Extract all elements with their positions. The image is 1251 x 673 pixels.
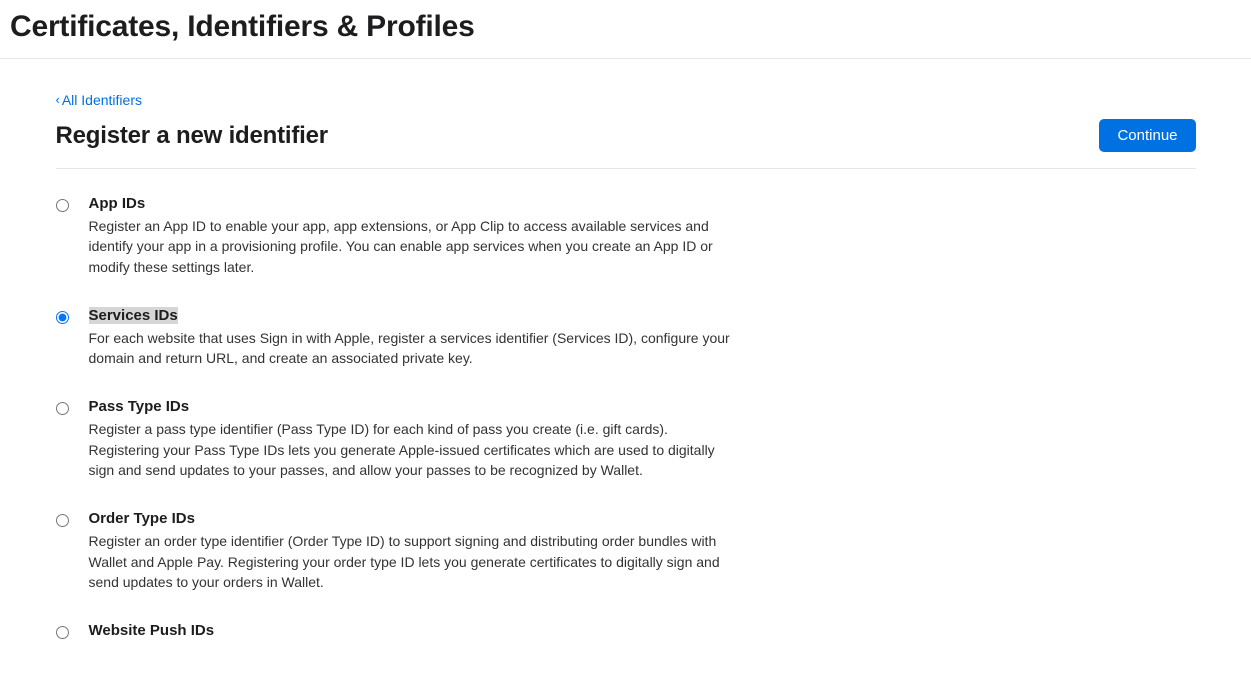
option-pass-type-ids: Pass Type IDs Register a pass type identi… — [56, 398, 1196, 480]
option-title: Pass Type IDs — [89, 398, 734, 415]
option-body: Services IDs For each website that uses S… — [89, 307, 734, 369]
chevron-left-icon: ‹ — [56, 92, 60, 107]
radio-app-ids[interactable] — [56, 199, 69, 212]
radio-order-type-ids[interactable] — [56, 514, 69, 527]
radio-pass-type-ids[interactable] — [56, 402, 69, 415]
breadcrumb: ‹ All Identifiers — [56, 91, 1196, 109]
option-desc: Register an App ID to enable your app, a… — [89, 216, 734, 277]
radio-website-push-ids[interactable] — [56, 626, 69, 639]
option-desc: Register an order type identifier (Order… — [89, 531, 734, 592]
option-desc: For each website that uses Sign in with … — [89, 328, 734, 369]
section-title: Register a new identifier — [56, 122, 328, 150]
option-desc: Register a pass type identifier (Pass Ty… — [89, 419, 734, 480]
option-title: Order Type IDs — [89, 510, 734, 527]
option-title: App IDs — [89, 195, 734, 212]
option-services-ids: Services IDs For each website that uses S… — [56, 307, 1196, 369]
radio-services-ids[interactable] — [56, 311, 69, 324]
option-body: Pass Type IDs Register a pass type identi… — [89, 398, 734, 480]
breadcrumb-label: All Identifiers — [62, 92, 142, 108]
page-title: Certificates, Identifiers & Profiles — [10, 10, 1241, 44]
identifier-options-list: App IDs Register an App ID to enable your… — [56, 195, 1196, 643]
option-app-ids: App IDs Register an App ID to enable your… — [56, 195, 1196, 277]
option-title: Services IDs — [89, 307, 734, 324]
option-body: Website Push IDs — [89, 622, 215, 643]
continue-button[interactable]: Continue — [1099, 119, 1195, 152]
option-website-push-ids: Website Push IDs — [56, 622, 1196, 643]
option-body: App IDs Register an App ID to enable your… — [89, 195, 734, 277]
all-identifiers-link[interactable]: ‹ All Identifiers — [56, 92, 143, 108]
option-title: Website Push IDs — [89, 622, 215, 639]
